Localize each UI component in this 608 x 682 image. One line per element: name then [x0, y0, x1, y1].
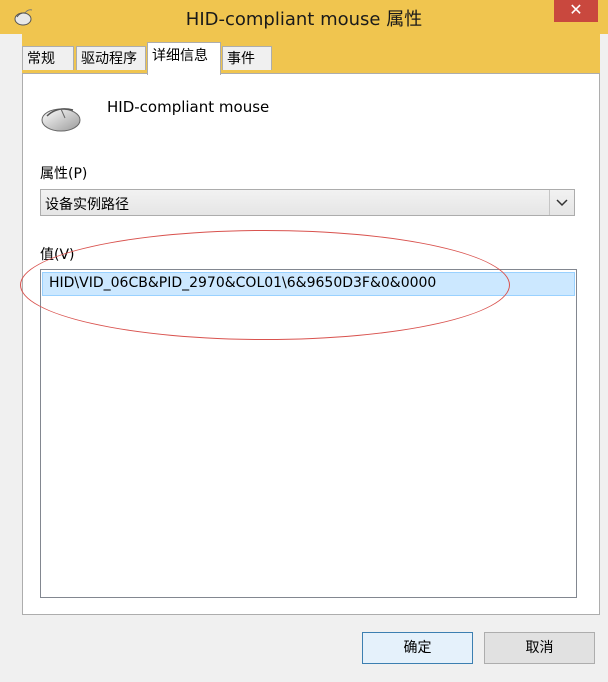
value-text: HID\VID_06CB&PID_2970&COL01\6&9650D3F&0&…: [49, 275, 437, 291]
chevron-down-icon[interactable]: [549, 190, 574, 215]
property-selected-value: 设备实例路径: [45, 197, 129, 213]
window-title: HID-compliant mouse 属性: [185, 9, 423, 30]
tab-driver[interactable]: 驱动程序: [76, 46, 146, 70]
button-bar: 确定 取消: [0, 615, 608, 682]
tab-general[interactable]: 常规: [22, 46, 74, 70]
ok-button[interactable]: 确定: [362, 632, 473, 664]
property-dropdown[interactable]: 设备实例路径: [40, 189, 575, 216]
window-frame-right: [600, 34, 608, 615]
details-panel: HID-compliant mouse 属性(P) 设备实例路径 值(V) HI…: [22, 73, 600, 615]
value-list[interactable]: HID\VID_06CB&PID_2970&COL01\6&9650D3F&0&…: [40, 269, 577, 598]
tab-events[interactable]: 事件: [222, 46, 272, 70]
cancel-button[interactable]: 取消: [484, 632, 595, 664]
property-label: 属性(P): [40, 166, 88, 182]
device-name: HID-compliant mouse: [107, 98, 270, 116]
close-button[interactable]: ✕: [554, 0, 598, 22]
title-bar: HID-compliant mouse 属性 ✕: [0, 0, 608, 34]
value-label: 值(V): [40, 247, 75, 263]
tab-details[interactable]: 详细信息: [147, 42, 221, 75]
tab-bar: 常规 驱动程序 详细信息 事件: [0, 34, 608, 75]
window-frame-left: [0, 34, 22, 615]
list-item[interactable]: HID\VID_06CB&PID_2970&COL01\6&9650D3F&0&…: [42, 272, 575, 296]
mouse-icon: [41, 108, 81, 132]
